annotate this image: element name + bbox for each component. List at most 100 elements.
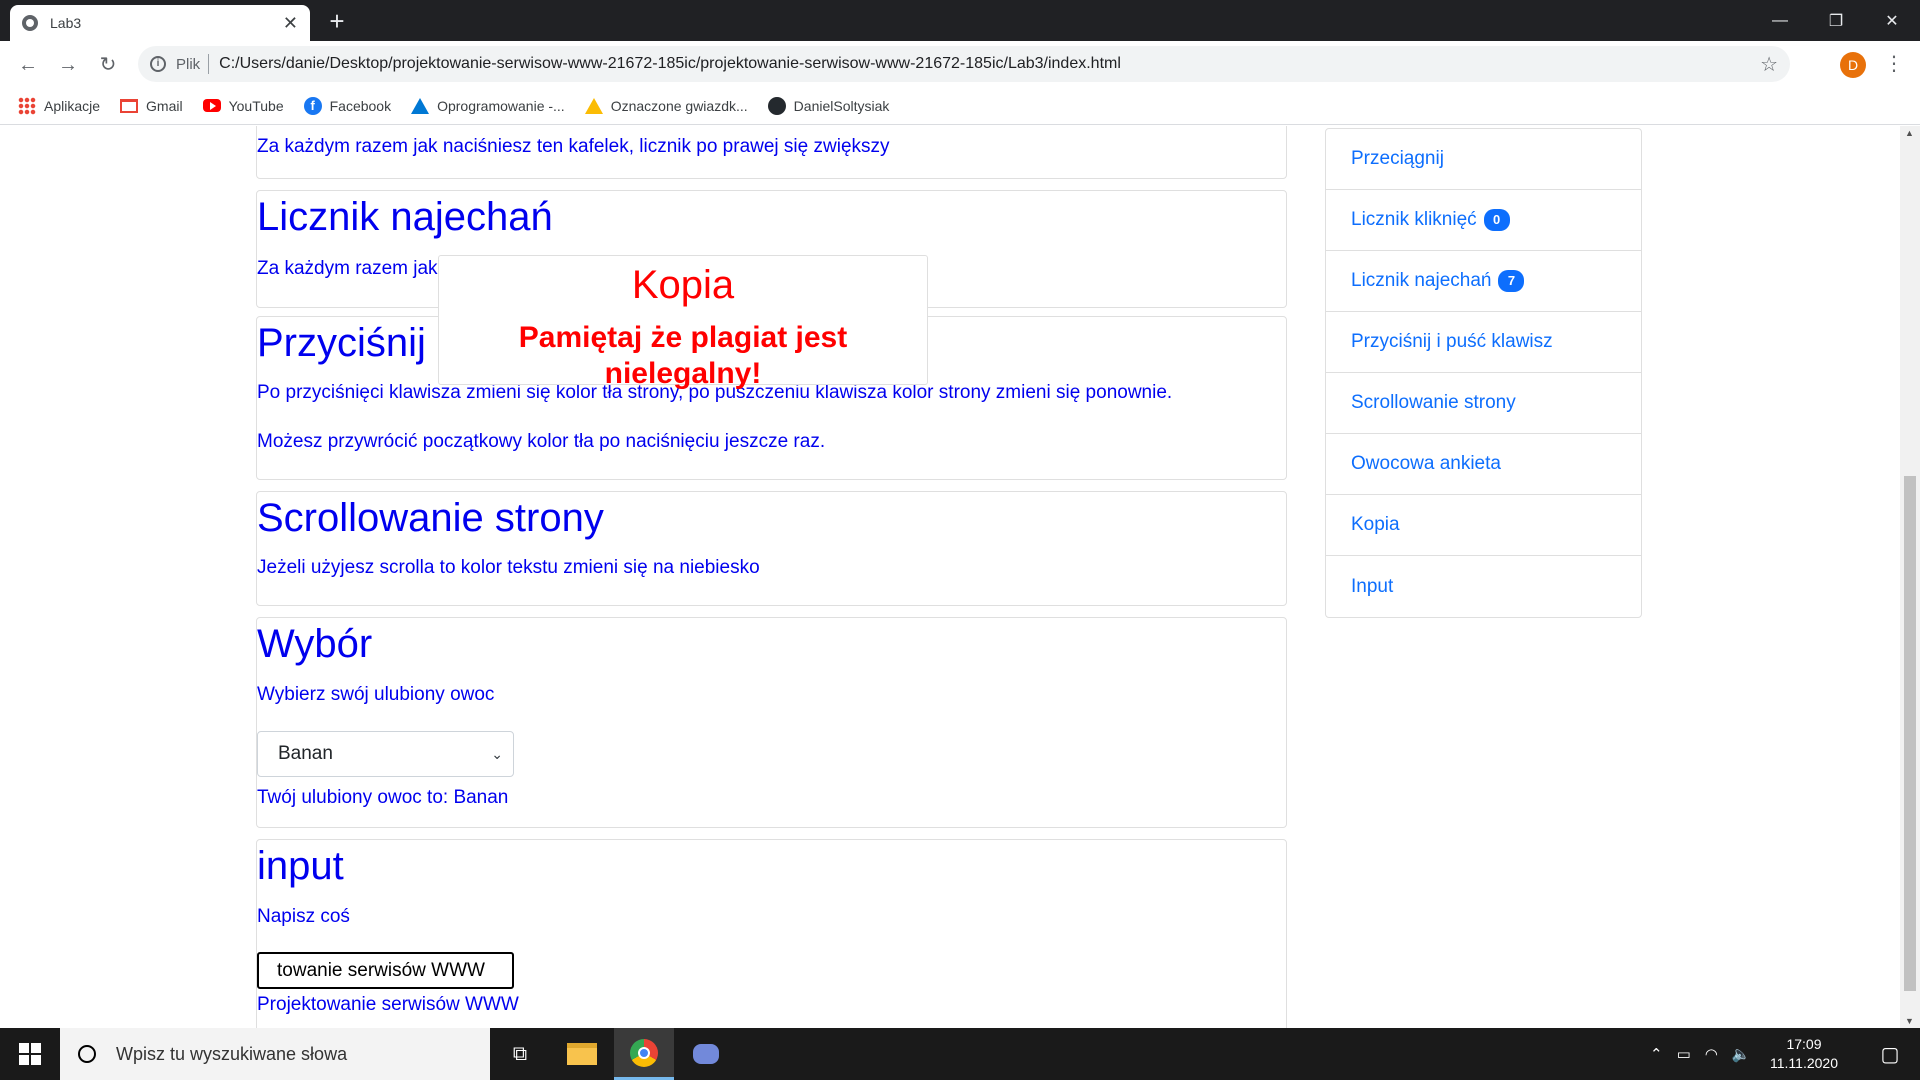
taskbar-search-placeholder: Wpisz tu wyszukiwane słowa [116,1043,348,1064]
card-fruit-choice[interactable]: Wybór Wybierz swój ulubiony owoc Banan ⌄… [256,617,1287,828]
page-viewport[interactable]: Za każdym razem jak naciśniesz ten kafel… [0,126,1900,1028]
battery-icon[interactable]: ▭ [1677,1045,1691,1063]
minimize-icon[interactable]: — [1752,0,1808,41]
text-input[interactable]: towanie serwisów WWW [257,952,514,989]
card-text: Wybierz swój ulubiony owoc [257,684,495,705]
profile-avatar[interactable]: D [1840,52,1866,78]
hover-count-badge: 7 [1498,270,1525,292]
discord-icon[interactable] [676,1028,736,1080]
bookmark-label: Facebook [329,97,392,114]
browser-tab[interactable]: Lab3 ✕ [10,5,310,41]
info-icon[interactable]: i [150,56,166,72]
card-text: Napisz coś [257,906,350,927]
page-scrollbar[interactable]: ▲ ▼ [1900,126,1920,1028]
scroll-up-icon[interactable]: ▲ [1905,128,1914,138]
sidebar-item-label: Licznik kliknięć [1351,209,1477,230]
taskbar-clock[interactable]: 17:09 11.11.2020 [1770,1035,1838,1073]
sidebar-item-label: Przeciągnij [1351,148,1444,169]
sidebar-item-label: Owocowa ankieta [1351,453,1501,474]
card-title: Licznik najechań [257,195,553,239]
bookmark-facebook[interactable]: f Facebook [303,96,392,115]
browser-toolbar: ← → ↻ i Plik C:/Users/danie/Desktop/proj… [0,41,1920,87]
chrome-icon[interactable] [614,1028,674,1080]
forward-icon[interactable]: → [54,51,82,79]
card-click-counter[interactable]: Za każdym razem jak naciśniesz ten kafel… [256,126,1287,179]
sidebar-item-kopia[interactable]: Kopia [1326,495,1641,556]
google-drive-icon [584,97,603,114]
bookmark-youtube[interactable]: YouTube [202,97,284,114]
bookmarks-bar: Aplikacje Gmail YouTube f Facebook Oprogr… [0,87,1920,125]
task-view-icon[interactable]: ⧉ [490,1028,550,1080]
bookmark-label: YouTube [228,97,284,114]
bookmark-oprogramowanie[interactable]: Oprogramowanie -... [411,97,565,114]
azure-icon [411,97,430,114]
sidebar-item-label: Scrollowanie strony [1351,392,1516,413]
card-text: Jeżeli użyjesz scrolla to kolor tekstu z… [257,557,760,578]
taskbar-search[interactable]: Wpisz tu wyszukiwane słowa [60,1028,490,1080]
wifi-icon[interactable]: ◠ [1705,1045,1718,1063]
fruit-select[interactable]: Banan ⌄ [257,731,514,777]
sidebar-item-label: Kopia [1351,514,1400,535]
card-text-secondary: Możesz przywrócić początkowy kolor tła p… [257,431,826,452]
card-scroll[interactable]: Scrollowanie strony Jeżeli użyjesz scrol… [256,491,1287,606]
address-bar[interactable]: i Plik C:/Users/danie/Desktop/projektowa… [138,46,1790,82]
scrollbar-thumb[interactable] [1904,476,1916,991]
sidebar-item-scrollowanie[interactable]: Scrollowanie strony [1326,373,1641,434]
back-icon[interactable]: ← [14,51,42,79]
bookmark-label: Gmail [146,97,183,114]
popup-message: Pamiętaj że plagiat jest nielegalny! [518,321,848,390]
card-title: Scrollowanie strony [257,496,604,540]
popup-title: Kopia [631,263,735,307]
windows-logo-icon [19,1043,41,1065]
tab-title: Lab3 [50,15,82,31]
fruit-select-value: Banan [278,743,333,764]
bookmark-aplikacje[interactable]: Aplikacje [18,96,101,115]
bookmark-github[interactable]: DanielSoltysiak [767,96,890,115]
bookmark-label: Oznaczone gwiazdk... [610,97,748,114]
globe-icon [22,15,38,31]
close-window-icon[interactable]: ✕ [1864,0,1920,41]
sidebar-item-owocowa-ankieta[interactable]: Owocowa ankieta [1326,434,1641,495]
card-text: Za każdym razem jak [257,258,438,279]
close-tab-icon[interactable]: ✕ [283,13,298,34]
tray-chevron-up-icon[interactable]: ⌃ [1650,1045,1663,1063]
restore-icon[interactable]: ❐ [1808,0,1864,41]
new-tab-button[interactable]: + [322,6,352,36]
sidebar-nav: Przeciągnij Licznik kliknięć 0 Licznik na… [1325,128,1642,618]
search-icon [78,1045,96,1063]
facebook-icon: f [303,96,322,115]
start-button[interactable] [0,1028,60,1080]
copy-warning-popup: Kopia Pamiętaj że plagiat jest nielegaln… [438,255,928,390]
card-input[interactable]: input Napisz coś towanie serwisów WWW Pr… [256,839,1287,1028]
input-echo: Projektowanie serwisów WWW [257,994,519,1015]
menu-kebab-icon[interactable]: ⋮ [1884,51,1904,76]
url-text[interactable]: C:/Users/danie/Desktop/projektowanie-ser… [219,55,1121,73]
sidebar-item-label: Licznik najechań [1351,270,1492,291]
bookmark-label: Aplikacje [44,97,101,114]
bookmark-oznaczone[interactable]: Oznaczone gwiazdk... [584,97,748,114]
windows-taskbar: Wpisz tu wyszukiwane słowa ⧉ ⌃ ▭ ◠ 🔈 17:… [0,1028,1920,1080]
browser-tab-strip: Lab3 ✕ + — ❐ ✕ [0,0,1920,41]
scroll-down-icon[interactable]: ▼ [1905,1016,1914,1026]
fruit-result: Twój ulubiony owoc to: Banan [257,787,509,808]
sidebar-item-przeciagnij[interactable]: Przeciągnij [1326,129,1641,190]
bookmark-star-icon[interactable]: ☆ [1760,52,1778,77]
address-prefix: Plik [176,55,201,73]
card-title: input [257,844,344,888]
notifications-icon[interactable]: ▢ [1860,1028,1920,1080]
address-separator [208,54,210,74]
volume-icon[interactable]: 🔈 [1732,1045,1751,1063]
bookmark-gmail[interactable]: Gmail [120,98,183,114]
sidebar-item-input[interactable]: Input [1326,556,1641,617]
reload-icon[interactable]: ↻ [94,51,122,79]
sidebar-item-licznik-najechan[interactable]: Licznik najechań 7 [1326,251,1641,312]
file-explorer-icon[interactable] [552,1028,612,1080]
bookmark-label: DanielSoltysiak [793,97,890,114]
card-text: Za każdym razem jak naciśniesz ten kafel… [257,136,890,157]
chevron-down-icon: ⌄ [491,746,503,762]
sidebar-item-label: Input [1351,575,1394,597]
sidebar-item-licznik-klikniec[interactable]: Licznik kliknięć 0 [1326,190,1641,251]
github-icon [767,96,786,115]
card-title: Przyciśnij [257,321,426,365]
sidebar-item-przycisnij[interactable]: Przyciśnij i puść klawisz [1326,312,1641,373]
